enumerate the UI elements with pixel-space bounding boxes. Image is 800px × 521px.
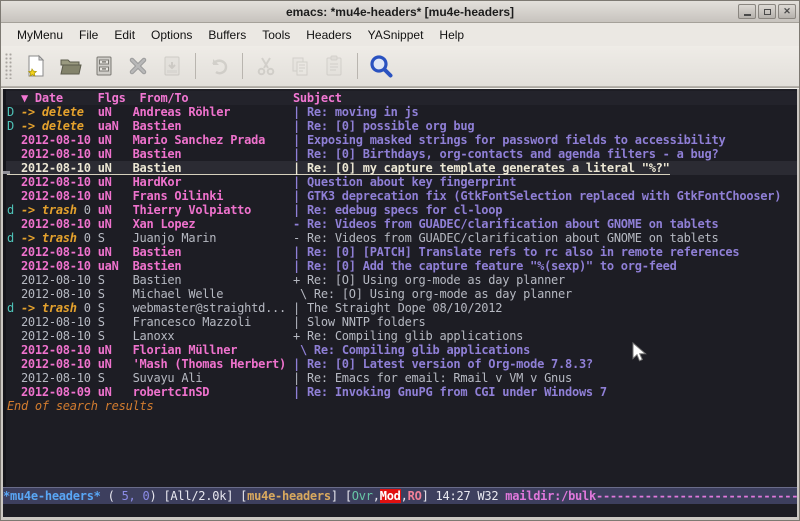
message-row[interactable]: 2012-08-10 uN Bastien | Re: [0] Birthday…	[3, 147, 797, 161]
cut-button[interactable]	[249, 50, 283, 82]
left-fringe	[3, 89, 6, 487]
close-x-icon	[126, 54, 150, 78]
menu-file[interactable]: File	[71, 25, 106, 45]
column-headers: ▼ Date Flgs From/To Subject	[7, 91, 342, 105]
message-row[interactable]: 2012-08-10 uN Mario Sanchez Prada | Expo…	[3, 133, 797, 147]
undo-icon	[207, 54, 231, 78]
emacs-window: emacs: *mu4e-headers* [mu4e-headers] ✕ M…	[0, 0, 800, 521]
minimize-button[interactable]	[738, 4, 756, 19]
fringe-position-marker	[3, 171, 10, 174]
menu-yasnippet[interactable]: YASnippet	[360, 25, 432, 45]
search-icon	[368, 53, 394, 79]
minimize-icon	[744, 14, 751, 16]
echo-area[interactable]	[3, 504, 797, 517]
message-row[interactable]: 2012-08-10 uN Florian Müllner \ Re: Comp…	[3, 343, 797, 357]
menu-bar: MyMenuFileEditOptionsBuffersToolsHeaders…	[1, 23, 799, 46]
menu-edit[interactable]: Edit	[106, 25, 143, 45]
close-icon: ✕	[783, 7, 791, 16]
toolbar-grip[interactable]	[5, 53, 13, 79]
file-cabinet-icon	[92, 54, 116, 78]
message-row[interactable]: D -> delete uaN Bastien | Re: [0] possib…	[3, 119, 797, 133]
search-button[interactable]	[364, 50, 398, 82]
menu-buffers[interactable]: Buffers	[200, 25, 254, 45]
paste-clipboard-icon	[322, 54, 346, 78]
open-folder-icon	[58, 54, 82, 78]
menu-mymenu[interactable]: MyMenu	[9, 25, 71, 45]
save-icon	[160, 54, 184, 78]
menu-help[interactable]: Help	[431, 25, 472, 45]
file-cabinet-button[interactable]	[87, 50, 121, 82]
toolbar	[1, 46, 799, 87]
save-buffer-button[interactable]	[155, 50, 189, 82]
toolbar-separator	[242, 53, 243, 79]
window-bottom-border	[1, 517, 799, 520]
menu-tools[interactable]: Tools	[254, 25, 298, 45]
toolbar-separator	[195, 53, 196, 79]
message-row[interactable]: 2012-08-10 S Michael Welle \ Re: [O] Usi…	[3, 287, 797, 301]
new-file-button[interactable]	[19, 50, 53, 82]
message-row[interactable]: d -> trash 0 S webmaster@straightd... | …	[3, 301, 797, 315]
undo-button[interactable]	[202, 50, 236, 82]
menu-headers[interactable]: Headers	[298, 25, 359, 45]
message-row-current[interactable]: 2012-08-10 uN Bastien | Re: [0] my captu…	[3, 161, 797, 175]
menu-options[interactable]: Options	[143, 25, 200, 45]
message-row[interactable]: 2012-08-10 S Lanoxx + Re: Compiling glib…	[3, 329, 797, 343]
message-row[interactable]: 2012-08-10 uN Xan Lopez - Re: Videos fro…	[3, 217, 797, 231]
mu4e-headers-buffer[interactable]: ▼ Date Flgs From/To Subject D -> delete …	[3, 89, 797, 487]
message-list: D -> delete uN Andreas Röhler | Re: movi…	[3, 105, 797, 399]
message-row[interactable]: 2012-08-10 uN 'Mash (Thomas Herbert) | R…	[3, 357, 797, 371]
message-row[interactable]: d -> trash 0 uN Thierry Volpiatto | Re: …	[3, 203, 797, 217]
message-row[interactable]: D -> delete uN Andreas Röhler | Re: movi…	[3, 105, 797, 119]
toolbar-separator	[357, 53, 358, 79]
message-row[interactable]: 2012-08-10 S Bastien + Re: [O] Using org…	[3, 273, 797, 287]
column-header-row[interactable]: ▼ Date Flgs From/To Subject	[3, 91, 797, 105]
message-row[interactable]: 2012-08-10 uaN Bastien | Re: [0] Add the…	[3, 259, 797, 273]
close-buffer-button[interactable]	[121, 50, 155, 82]
new-file-icon	[24, 54, 48, 78]
mode-line[interactable]: *mu4e-headers* ( 5, 0) [All/2.0k] [mu4e-…	[3, 487, 797, 504]
message-row[interactable]: 2012-08-09 uN robertcInSD | Re: Invoking…	[3, 385, 797, 399]
window-controls: ✕	[738, 4, 796, 19]
maximize-button[interactable]	[758, 4, 776, 19]
message-row[interactable]: 2012-08-10 uN Bastien | Re: [0] [PATCH] …	[3, 245, 797, 259]
message-row[interactable]: 2012-08-10 uN HardKor | Question about k…	[3, 175, 797, 189]
close-button[interactable]: ✕	[778, 4, 796, 19]
cut-scissors-icon	[254, 54, 278, 78]
end-of-results-text: End of search results	[3, 399, 797, 413]
copy-button[interactable]	[283, 50, 317, 82]
paste-button[interactable]	[317, 50, 351, 82]
message-row[interactable]: 2012-08-10 uN Frans Oilinki | GTK3 depre…	[3, 189, 797, 203]
message-row[interactable]: 2012-08-10 S Suvayu Ali | Re: Emacs for …	[3, 371, 797, 385]
copy-icon	[288, 54, 312, 78]
message-row[interactable]: d -> trash 0 S Juanjo Marin - Re: Videos…	[3, 231, 797, 245]
title-bar[interactable]: emacs: *mu4e-headers* [mu4e-headers] ✕	[1, 1, 799, 23]
open-folder-button[interactable]	[53, 50, 87, 82]
message-row[interactable]: 2012-08-10 S Francesco Mazzoli | Slow NN…	[3, 315, 797, 329]
maximize-icon	[764, 9, 771, 15]
window-title: emacs: *mu4e-headers* [mu4e-headers]	[1, 5, 799, 19]
